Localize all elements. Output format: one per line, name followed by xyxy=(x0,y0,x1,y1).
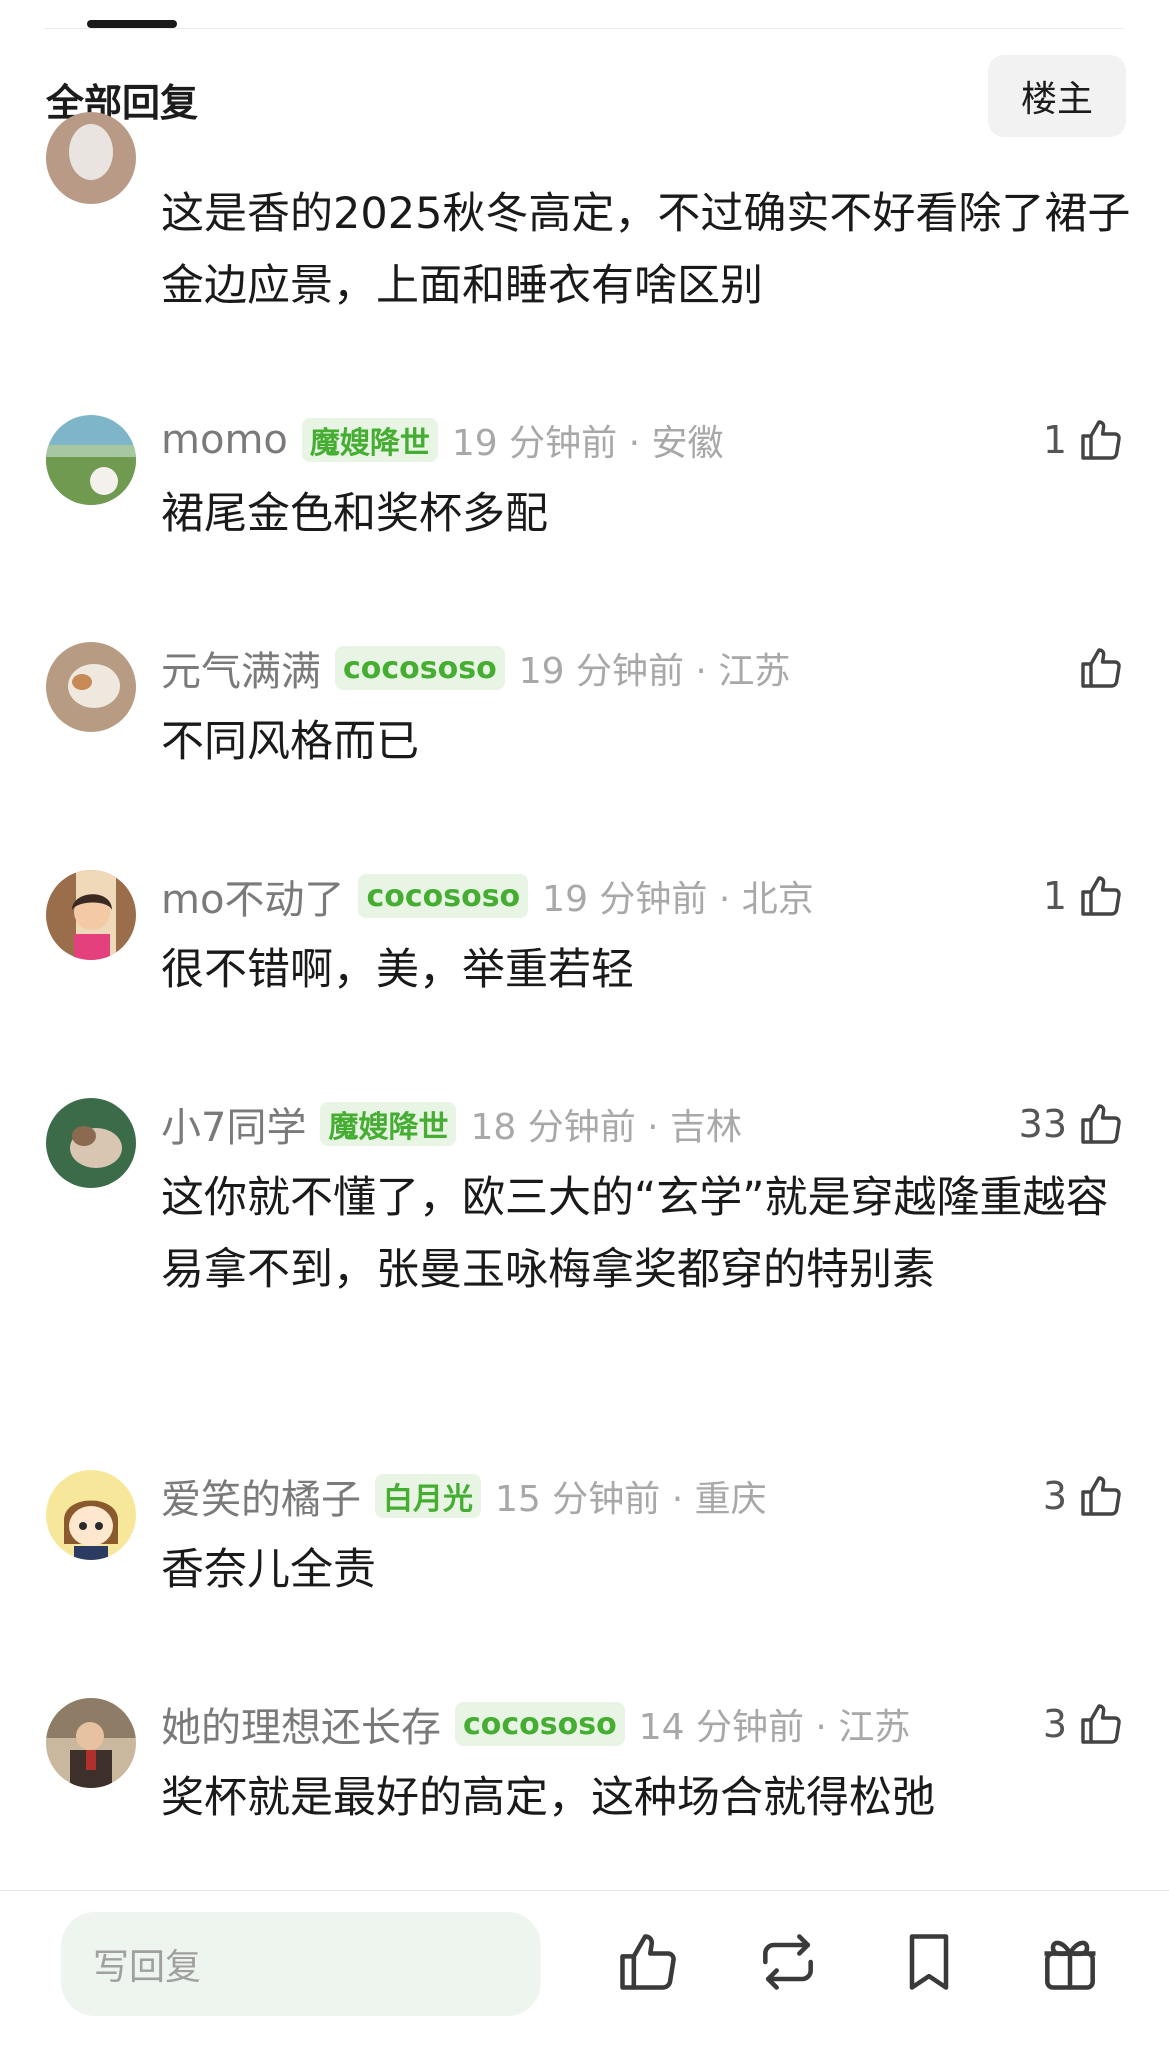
commenter-name[interactable]: mo不动了 xyxy=(161,867,344,925)
fan-badge[interactable]: 白月光 xyxy=(375,1474,481,1518)
comment-time-location: 19 分钟前 · 北京 xyxy=(542,879,814,920)
thumbs-up-icon[interactable] xyxy=(614,1928,682,1996)
avatar[interactable] xyxy=(46,870,136,960)
like-count: 33 xyxy=(1018,1102,1067,1146)
header-divider xyxy=(44,28,1125,29)
commenter-name[interactable]: 爱笑的橘子 xyxy=(161,1467,361,1525)
comment-text: 很不错啊，美，举重若轻 xyxy=(161,945,634,995)
bookmark-icon[interactable] xyxy=(895,1928,963,1996)
thumbs-up-icon xyxy=(1081,1704,1121,1744)
fan-badge[interactable]: 魔嫂降世 xyxy=(320,1102,457,1146)
avatar[interactable] xyxy=(46,1698,136,1788)
comment-time-location: 15 分钟前 · 重庆 xyxy=(495,1479,767,1520)
thumbs-up-icon xyxy=(1081,420,1121,460)
repost-icon[interactable] xyxy=(754,1928,822,1996)
fan-badge[interactable]: 魔嫂降世 xyxy=(301,418,438,462)
thumbs-up-icon xyxy=(1081,876,1121,916)
commenter-name[interactable]: 小7同学 xyxy=(161,1095,306,1153)
comment-time-location: 14 分钟前 · 江苏 xyxy=(638,1707,911,1748)
gift-icon[interactable] xyxy=(1036,1928,1104,1996)
like-button[interactable]: 1 xyxy=(1043,866,1125,926)
bottom-bar-divider xyxy=(0,1890,1169,1891)
comment-time-location: 19 分钟前 · 安徽 xyxy=(451,423,724,464)
avatar[interactable] xyxy=(46,415,136,505)
comment-text: 奖杯就是最好的高定，这种场合就得松弛 xyxy=(161,1773,935,1823)
avatar[interactable] xyxy=(46,1098,136,1188)
like-count: 3 xyxy=(1042,1474,1067,1518)
like-count: 1 xyxy=(1042,874,1067,918)
commenter-name[interactable]: 元气满满 xyxy=(161,639,321,697)
comment-text: 不同风格而已 xyxy=(161,717,419,767)
comment-text: 裙尾金色和奖杯多配 xyxy=(161,489,548,539)
fan-badge[interactable]: cocososo xyxy=(335,646,505,690)
active-tab-indicator xyxy=(87,20,177,28)
reply-input[interactable]: 写回复 xyxy=(61,1912,541,2016)
like-count: 3 xyxy=(1042,1702,1067,1746)
like-button[interactable] xyxy=(1067,638,1125,698)
fan-badge[interactable]: cocososo xyxy=(455,1702,625,1746)
comment-time-location: 18 分钟前 · 吉林 xyxy=(470,1107,743,1148)
thumbs-up-icon xyxy=(1081,648,1121,688)
comment-text: 香奈儿全责 xyxy=(161,1545,376,1595)
avatar[interactable] xyxy=(46,1470,136,1560)
like-button[interactable]: 1 xyxy=(1043,410,1125,470)
like-button[interactable]: 3 xyxy=(1043,1466,1125,1526)
comment-text: 这你就不懂了，欧三大的“玄学”就是穿越隆重越容易拿不到，张曼玉咏梅拿奖都穿的特别… xyxy=(161,1173,1109,1295)
owner-filter-button[interactable]: 楼主 xyxy=(988,55,1126,137)
comment-time-location: 19 分钟前 · 江苏 xyxy=(518,651,791,692)
commenter-name[interactable]: momo xyxy=(161,417,288,463)
thumbs-up-icon xyxy=(1081,1476,1121,1516)
like-button[interactable]: 33 xyxy=(1019,1094,1125,1154)
commenter-name[interactable]: 她的理想还长存 xyxy=(161,1695,441,1753)
fan-badge[interactable]: cocososo xyxy=(358,874,529,918)
thumbs-up-icon xyxy=(1081,1104,1121,1144)
like-count: 1 xyxy=(1042,418,1067,462)
avatar[interactable] xyxy=(46,112,136,204)
comment-text: 这是香的2025秋冬高定，不过确实不好看除了裙子金边应景，上面和睡衣有啥区别 xyxy=(161,189,1131,311)
avatar[interactable] xyxy=(46,642,136,732)
like-button[interactable]: 3 xyxy=(1043,1694,1125,1754)
